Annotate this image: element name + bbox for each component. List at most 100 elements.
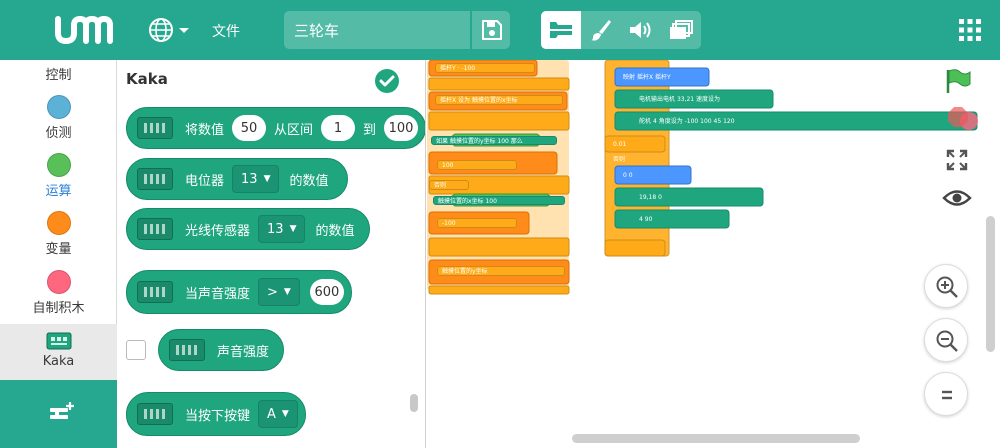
if-condition-block[interactable]: 触摸位置的x坐标 100	[433, 196, 565, 205]
kaka-board-icon	[137, 281, 173, 303]
block-text: 摇杆X	[440, 97, 457, 104]
block-text: 100	[497, 138, 509, 145]
block-text: 那么	[510, 138, 523, 145]
servo-angle-block[interactable]: 舵机 4 角度设为 -100 100 45 120	[639, 117, 969, 127]
fullscreen-icon[interactable]	[946, 149, 968, 171]
chevron-down-icon: ▼	[289, 224, 297, 234]
variables-dot-icon	[46, 211, 71, 235]
map-block[interactable]: 0 0	[623, 171, 693, 181]
block-text: 0.01	[613, 141, 627, 148]
flyout-title: Kaka	[126, 70, 168, 88]
value-input[interactable]: 50	[232, 115, 267, 141]
block-text: 33,21	[676, 96, 695, 103]
set-variable-block[interactable]: 100	[437, 160, 517, 170]
block-text: 的数值	[315, 223, 355, 239]
grid-menu-icon[interactable]	[958, 18, 982, 42]
block-text: 4	[639, 216, 643, 223]
add-extension-button[interactable]	[0, 380, 117, 448]
else-label: 否则	[613, 155, 653, 165]
zoom-reset-button[interactable]	[924, 372, 968, 416]
range-to-input[interactable]: 100	[384, 115, 419, 141]
key-pressed-hat-block[interactable]: 当按下按键 A ▼	[126, 392, 306, 436]
block-text: 否则	[613, 156, 626, 163]
block-text: 当声音强度	[185, 286, 251, 302]
stop-icon[interactable]	[947, 106, 969, 128]
block-text: 100	[700, 118, 712, 125]
chevron-down-icon: ▼	[283, 287, 291, 297]
code-blocks-icon	[550, 22, 572, 38]
category-control[interactable]: 控制	[0, 64, 117, 83]
stage-mode-button[interactable]	[661, 11, 701, 49]
category-label: 控制	[45, 68, 72, 83]
set-variable-block[interactable]: 摇杆X 设为 触摸位置的x坐标	[435, 95, 563, 105]
block-text: 设为	[458, 97, 471, 104]
block-text: 0	[623, 172, 627, 179]
top-bar: 文件	[0, 0, 1000, 60]
language-button[interactable]	[148, 16, 192, 44]
zoom-out-button[interactable]	[924, 318, 968, 362]
set-variable-block[interactable]: 触摸位置的y坐标	[437, 266, 565, 276]
script-right[interactable]	[603, 60, 983, 260]
wait-block[interactable]: 0.01	[613, 140, 663, 150]
if-condition-block[interactable]: 如果 触摸位置的y坐标 100 那么	[431, 136, 557, 145]
block-text: 120	[723, 118, 735, 125]
flyout-scrollbar[interactable]	[410, 394, 418, 412]
script-workspace[interactable]: 摇杆Y · -100 摇杆X 设为 触摸位置的x坐标 如果 触摸位置的y坐标 1…	[427, 60, 1000, 448]
logo-icon[interactable]	[52, 13, 122, 47]
category-my-blocks[interactable]: 自制积木	[0, 270, 117, 316]
pin-dropdown[interactable]: 13 ▼	[258, 215, 306, 243]
sound-level-checkbox[interactable]	[126, 340, 146, 360]
stage-icon	[670, 20, 693, 39]
project-title-input[interactable]	[284, 11, 470, 49]
set-variable-block[interactable]: -100	[437, 218, 517, 228]
chevron-down-icon	[179, 28, 189, 33]
category-sidebar: 控制 侦测 运算 变量 自制积木 Kaka	[0, 60, 117, 448]
workspace-horizontal-scrollbar[interactable]	[572, 434, 860, 443]
sound-mode-button[interactable]	[621, 11, 661, 49]
sensing-dot-icon	[46, 95, 71, 119]
category-label: 侦测	[45, 126, 72, 141]
category-kaka[interactable]: Kaka	[0, 324, 117, 386]
eye-icon[interactable]	[942, 187, 972, 209]
motor-speed-block[interactable]: 电机输出电机 33,21 速度设为	[639, 95, 779, 105]
category-label: Kaka	[42, 354, 75, 369]
extension-connected-check-icon[interactable]	[374, 68, 400, 94]
map-value-block[interactable]: 将数值 50 从区间 1 到 100	[126, 107, 425, 149]
threshold-input[interactable]: 600	[309, 279, 344, 305]
workspace-vertical-scrollbar[interactable]	[986, 216, 995, 352]
block-text: 映射	[623, 74, 636, 81]
block-text: 如果	[436, 138, 449, 145]
map-block[interactable]: 映射 摇杆X 摇杆Y	[623, 73, 711, 83]
set-variable-block[interactable]: 摇杆Y · -100	[435, 63, 535, 73]
save-icon	[482, 20, 502, 40]
potentiometer-block[interactable]: 电位器 13 ▼ 的数值	[126, 158, 348, 200]
green-flag-icon[interactable]	[944, 68, 972, 94]
category-label: 自制积木	[32, 301, 85, 316]
block-text: 否则	[434, 182, 447, 189]
code-mode-button[interactable]	[541, 11, 581, 49]
light-sensor-block[interactable]: 光线传感器 13 ▼ 的数值	[126, 208, 370, 250]
kaka-board-icon	[137, 117, 173, 139]
add-extension-icon	[50, 402, 74, 419]
file-menu[interactable]: 文件	[212, 21, 240, 41]
range-from-input[interactable]: 1	[321, 115, 356, 141]
costume-mode-button[interactable]	[581, 11, 621, 49]
category-operators[interactable]: 运算	[0, 153, 117, 199]
save-button[interactable]	[470, 11, 510, 49]
kaka-board-icon	[137, 168, 173, 190]
block-text: 0	[628, 172, 633, 179]
pin-dropdown[interactable]: 13 ▼	[232, 165, 280, 193]
motor-speed-block[interactable]: 19,18 0	[639, 193, 779, 203]
key-dropdown[interactable]: A ▼	[258, 400, 298, 428]
operator-dropdown[interactable]: > ▼	[258, 278, 300, 306]
category-label: 运算	[45, 184, 72, 199]
block-text: 电位器	[185, 173, 225, 189]
servo-angle-block[interactable]: 4 90	[639, 215, 739, 225]
zoom-in-button[interactable]	[924, 264, 968, 308]
block-text: 电机输出电机	[639, 96, 676, 103]
kaka-board-icon	[169, 339, 205, 361]
sound-level-block[interactable]: 声音强度	[158, 329, 284, 371]
category-sensing[interactable]: 侦测	[0, 95, 117, 141]
sound-level-hat-block[interactable]: 当声音强度 > ▼ 600	[126, 270, 352, 314]
category-variables[interactable]: 变量	[0, 211, 117, 257]
